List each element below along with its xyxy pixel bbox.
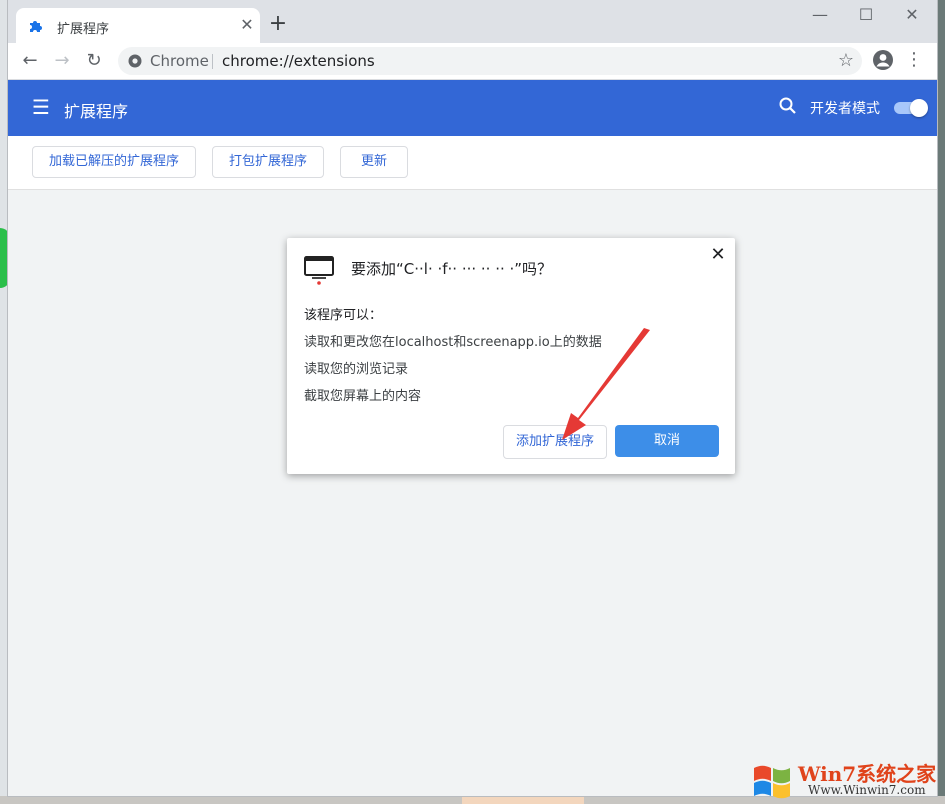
bookmark-star-icon[interactable]: ☆ [838,50,854,71]
address-bar[interactable]: Chrome chrome://extensions ☆ [118,47,862,75]
chrome-icon [128,54,142,68]
tab-close-icon[interactable]: ✕ [238,16,256,34]
permission-item: 截取您屏幕上的内容 [304,385,421,404]
back-button[interactable]: ← [19,50,41,72]
tab-strip: 扩展程序 ✕ + — ☐ ✕ [8,0,937,43]
permissions-heading: 该程序可以： [304,304,382,323]
monitor-icon [304,255,334,285]
desktop-background-left [0,0,8,804]
maximize-button[interactable]: ☐ [843,0,889,30]
dialog-title: 要添加“C··l· ·f·· ··· ·· ·· ·”吗？ [351,258,552,279]
permission-item: 读取您的浏览记录 [304,358,408,377]
extensions-header: ☰ 扩展程序 开发者模式 [8,80,937,136]
watermark-site: Www.Winwin7.com [808,783,926,797]
windows-logo-icon [750,758,794,802]
page-title: 扩展程序 [64,98,128,122]
profile-avatar-icon[interactable] [872,49,894,71]
dialog-close-icon[interactable]: ✕ [709,246,727,264]
url-text[interactable]: chrome://extensions [222,52,375,70]
reload-button[interactable]: ↻ [83,50,105,72]
pack-extension-button[interactable]: 打包扩展程序 [212,146,324,178]
close-window-button[interactable]: ✕ [889,0,935,30]
toggle-knob [910,99,928,117]
tab-extensions[interactable]: 扩展程序 ✕ [16,8,260,43]
hamburger-menu-icon[interactable]: ☰ [32,97,52,117]
developer-mode-label: 开发者模式 [810,98,880,118]
search-icon[interactable] [778,96,798,116]
extensions-action-bar: 加载已解压的扩展程序 打包扩展程序 更新 [8,136,937,190]
watermark-logo: Win7系统之家 Www.Winwin7.com [750,756,945,804]
chrome-window: 扩展程序 ✕ + — ☐ ✕ ← → ↻ Chrome chrome://ext… [8,0,937,796]
new-tab-button[interactable]: + [267,13,289,35]
load-unpacked-button[interactable]: 加载已解压的扩展程序 [32,146,196,178]
add-extension-dialog: 要添加“C··l· ·f·· ··· ·· ·· ·”吗？ ✕ 该程序可以： 读… [287,238,735,474]
taskbar-fragment [462,796,584,804]
tab-title: 扩展程序 [57,18,109,37]
update-button[interactable]: 更新 [340,146,408,178]
browser-toolbar: ← → ↻ Chrome chrome://extensions ☆ ⋮ [8,43,937,80]
permission-item: 读取和更改您在localhost和screenapp.io上的数据 [304,331,602,350]
minimize-button[interactable]: — [797,0,843,30]
omnibox-separator [212,54,213,69]
omnibox-scheme-label: Chrome [150,52,209,70]
cancel-button[interactable]: 取消 [615,425,719,457]
puzzle-icon [28,18,44,34]
forward-button[interactable]: → [51,50,73,72]
more-menu-icon[interactable]: ⋮ [904,49,924,71]
add-extension-button[interactable]: 添加扩展程序 [503,425,607,459]
desktop-icon-fragment [0,228,8,288]
developer-mode-toggle[interactable] [894,100,926,116]
